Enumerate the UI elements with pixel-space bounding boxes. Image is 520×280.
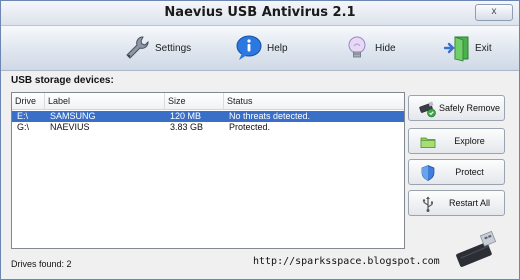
device-row[interactable]: G:\ NAEVIUS 3.83 GB Protected.	[12, 122, 404, 133]
drives-found-status: Drives found: 2	[11, 259, 72, 269]
info-bubble-icon	[236, 35, 262, 60]
device-list[interactable]: Drive Label Size Status E:\ SAMSUNG 120 …	[11, 92, 405, 249]
app-window: Naevius USB Antivirus 2.1 x Settings Hel…	[0, 0, 520, 280]
shield-icon	[421, 165, 435, 181]
safely-remove-label: Safely Remove	[438, 103, 501, 113]
usb-drive-check-icon	[419, 101, 436, 118]
restart-all-label: Restart All	[448, 198, 490, 208]
size-cell: 3.83 GB	[170, 122, 204, 132]
toolbar-help-label: Help	[267, 42, 288, 54]
column-header-label[interactable]: Label	[45, 93, 165, 109]
explore-button[interactable]: Explore	[408, 128, 505, 154]
folder-icon	[420, 137, 436, 148]
device-list-header: Drive Label Size Status	[12, 93, 404, 110]
devices-section-label: USB storage devices:	[11, 75, 114, 86]
explore-label: Explore	[454, 136, 485, 146]
wrench-icon	[126, 36, 149, 59]
toolbar-hide-button[interactable]: Hide	[343, 33, 396, 63]
toolbar-exit-button[interactable]: Exit	[443, 33, 492, 63]
usb-drive-illustration	[456, 230, 497, 267]
label-cell: NAEVIUS	[50, 122, 90, 132]
exit-door-icon	[443, 36, 469, 62]
column-header-size[interactable]: Size	[165, 93, 224, 109]
title-bar: Naevius USB Antivirus 2.1 x	[1, 1, 519, 26]
safely-remove-button[interactable]: Safely Remove	[408, 95, 505, 121]
close-button[interactable]: x	[475, 4, 513, 21]
toolbar-settings-button[interactable]: Settings	[123, 33, 191, 63]
protect-button[interactable]: Protect	[408, 159, 505, 185]
lightbulb-icon	[348, 36, 366, 58]
size-cell: 120 MB	[170, 111, 202, 121]
toolbar-exit-label: Exit	[475, 42, 492, 54]
drive-cell: G:\	[17, 122, 30, 132]
protect-label: Protect	[455, 167, 484, 177]
toolbar-settings-label: Settings	[155, 42, 192, 54]
toolbar-hide-label: Hide	[375, 42, 396, 54]
restart-all-button[interactable]: Restart All	[408, 190, 505, 216]
author-url: http://sparksspace.blogspot.com	[253, 256, 440, 267]
device-row-selected[interactable]: E:\ SAMSUNG 120 MB No threats detected.	[12, 111, 404, 122]
usb-symbol-icon	[422, 196, 433, 212]
drive-cell: E:\	[17, 111, 29, 121]
status-cell: No threats detected.	[229, 111, 311, 121]
status-cell: Protected.	[229, 122, 271, 132]
label-cell: SAMSUNG	[50, 111, 96, 121]
toolbar: Settings Help Hide Exit	[1, 26, 519, 71]
toolbar-help-button[interactable]: Help	[235, 33, 288, 63]
column-header-status[interactable]: Status	[224, 93, 404, 109]
window-title: Naevius USB Antivirus 2.1	[164, 5, 356, 20]
column-header-drive[interactable]: Drive	[12, 93, 45, 109]
